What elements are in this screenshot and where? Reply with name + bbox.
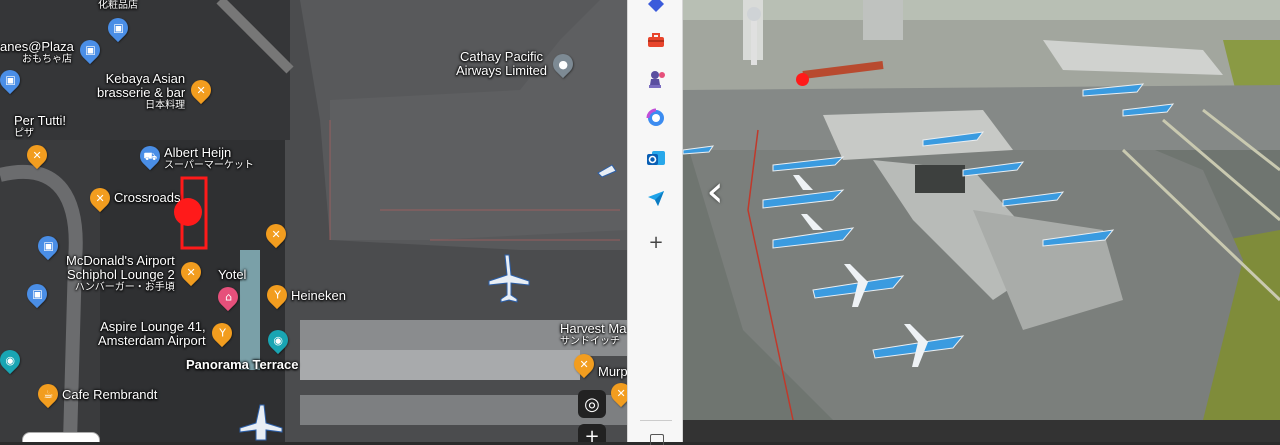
aerial-photo	[683, 0, 1280, 442]
cocktail-icon: Y	[262, 280, 292, 310]
poi-label: Per Tutti!	[14, 113, 67, 128]
zoom-in-button[interactable]: +	[578, 424, 606, 442]
poi-yotel[interactable]: Yotel	[218, 268, 246, 282]
poi-label: Aspire Lounge 41,	[100, 319, 206, 334]
poi-label: Harvest Ma	[560, 321, 627, 336]
selected-location-marker[interactable]	[174, 198, 202, 226]
poi-sublabel: Amsterdam Airport	[98, 333, 206, 348]
poi-sublabel: ピザ	[14, 128, 34, 139]
poi-sublabel-2: ハンバーガー・お手頃	[74, 282, 175, 293]
poi-cathay-pacific[interactable]: Cathay Pacific Airways Limited ●	[456, 49, 578, 79]
layers-toggle[interactable]	[22, 432, 100, 442]
poi-label: Albert Heijn	[164, 145, 232, 160]
browser-sidebar: +	[627, 0, 683, 445]
poi-aspire-lounge[interactable]: Aspire Lounge 41, Amsterdam Airport Y	[98, 318, 236, 348]
add-label: +	[648, 231, 664, 253]
poi-sublabel: サンドイッチ	[560, 336, 620, 347]
crosshair-icon: ◎	[584, 393, 600, 415]
poi-label: McDonald's Airport	[66, 253, 175, 268]
poi-label: Yotel	[218, 267, 247, 282]
poi-label: Panorama Terrace	[186, 357, 299, 372]
fork-knife-icon: ✕	[176, 257, 205, 287]
copilot-icon[interactable]	[642, 104, 670, 132]
poi-label: anes@Plaza	[0, 39, 74, 54]
fork-knife-icon: ✕	[85, 183, 115, 213]
chevron-left-icon: ‹	[706, 166, 724, 217]
poi-sublabel: Airways Limited	[456, 63, 548, 78]
my-location-button[interactable]: ◎	[578, 390, 606, 418]
satellite-map[interactable]: 化粧品店 ▣ anes@Plaza おもちゃ店 ▣ ▣ Kebaya Asian…	[0, 0, 627, 442]
toolbar-divider	[640, 420, 672, 421]
poi-cosmetics[interactable]: 化粧品店 ▣	[98, 0, 138, 43]
poi-albert-heijn[interactable]: ⛟ Albert Heijn スーパーマーケット	[135, 141, 254, 172]
fork-knife-icon: ✕	[187, 75, 216, 105]
poi-sublabel-2: 日本料理	[145, 100, 186, 111]
poi-panorama-terrace[interactable]: Panorama Terrace	[186, 358, 299, 372]
photo-location-marker	[796, 73, 809, 86]
poi-label: Kebaya Asian	[105, 71, 186, 86]
poi-heineken[interactable]: Y Heineken	[262, 280, 346, 310]
coffee-icon: ☕	[33, 379, 63, 409]
poi-per-tutti[interactable]: Per Tutti! ピザ	[14, 114, 66, 140]
poi-label: Cafe Rembrandt	[62, 387, 158, 402]
send-icon[interactable]	[642, 184, 670, 212]
poi-kebaya[interactable]: Kebaya Asian brasserie & bar 日本料理 ✕	[97, 71, 216, 112]
previous-photo-button[interactable]: ‹	[697, 168, 733, 216]
poi-anes-plaza[interactable]: anes@Plaza おもちゃ店 ▣	[0, 35, 105, 66]
copilot-gem-icon[interactable]	[642, 0, 670, 18]
poi-crossroads[interactable]: ✕ Crossroads	[85, 183, 181, 213]
poi-harvest-market[interactable]: Harvest Ma サンドイッチ	[560, 322, 626, 348]
poi-sublabel: brasserie & bar	[97, 85, 186, 100]
poi-label: Heineken	[291, 288, 346, 303]
poi-murp[interactable]: Murp	[598, 365, 627, 379]
poi-mcdonalds[interactable]: McDonald's Airport Schiphol Lounge 2 ハンバ…	[66, 253, 205, 294]
plus-icon: +	[584, 425, 600, 443]
toolbox-icon[interactable]	[642, 26, 670, 54]
aerial-photo-viewer[interactable]: ‹	[683, 0, 1280, 442]
add-icon[interactable]: +	[642, 228, 670, 256]
cocktail-icon: Y	[207, 318, 236, 348]
location-pin-icon: ●	[548, 49, 578, 79]
poi-sublabel: Schiphol Lounge 2	[67, 267, 175, 282]
poi-label: Cathay Pacific	[459, 49, 544, 64]
poi-label: 化粧品店	[98, 0, 138, 11]
shopping-bag-icon: ▣	[103, 13, 133, 43]
outlook-icon[interactable]	[642, 144, 670, 172]
poi-label: Murp	[598, 364, 627, 379]
poi-cafe-rembrandt[interactable]: ☕ Cafe Rembrandt	[33, 379, 158, 409]
poi-sublabel: おもちゃ店	[22, 54, 72, 65]
shopping-cart-icon: ⛟	[135, 141, 165, 171]
sidebar-toggle-icon[interactable]	[650, 434, 664, 445]
shopping-bag-icon: ▣	[75, 35, 105, 65]
chess-icon[interactable]	[642, 65, 670, 93]
poi-sublabel: スーパーマーケット	[164, 160, 254, 171]
poi-label: Crossroads	[114, 190, 181, 205]
